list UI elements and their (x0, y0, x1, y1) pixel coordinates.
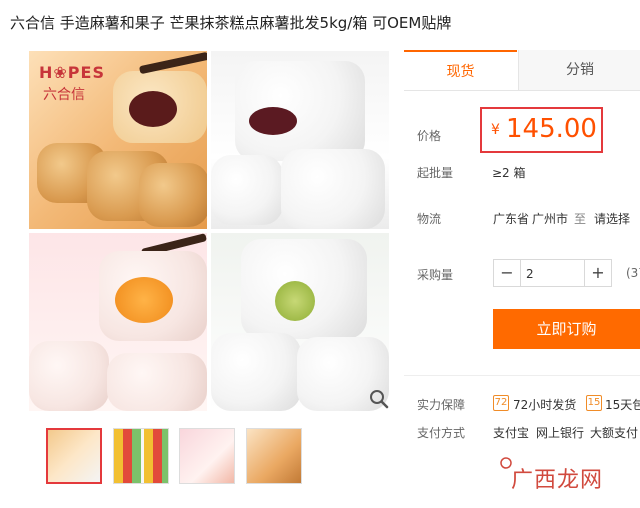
brand-logo-sub: 六合信 (43, 87, 85, 103)
magnifier-icon[interactable] (368, 388, 390, 410)
currency-symbol: ¥ (491, 122, 500, 138)
guarantee-label: 实力保障 (417, 398, 466, 412)
divider (404, 375, 640, 376)
price-highlight-box: ¥ 145.00 (480, 107, 603, 153)
brand-logo: H❀PES (39, 63, 105, 82)
gallery-image-toasted-mochi: H❀PES 六合信 (29, 51, 207, 229)
payment-label: 支付方式 (417, 426, 466, 440)
quantity-label: 采购量 (417, 268, 454, 282)
mochi-piece (29, 341, 109, 411)
quantity-minus-button[interactable]: − (493, 259, 521, 287)
thumbnail-3[interactable] (179, 428, 235, 484)
logistics-label: 物流 (417, 212, 442, 226)
mochi-piece (281, 149, 385, 229)
quantity-plus-button[interactable]: + (584, 259, 612, 287)
mochi-piece (211, 333, 301, 411)
logistics-to: 至 (574, 212, 587, 226)
matcha-filling (275, 281, 315, 321)
payment-method-1: 支付宝 (493, 426, 530, 440)
mango-filling (115, 277, 173, 323)
mochi-piece (211, 155, 283, 225)
logistics-city[interactable]: 广州市 (532, 210, 568, 227)
thumbnail-2[interactable] (113, 428, 169, 484)
order-now-button[interactable]: 立即订购 (493, 309, 640, 349)
gallery-image-mango-mochi (29, 233, 207, 411)
mochi-piece (107, 353, 207, 411)
purchase-tabs: 现货 分销 (404, 50, 640, 91)
15-day-icon: 15 (586, 395, 602, 411)
tab-in-stock[interactable]: 现货 (404, 50, 517, 90)
tab-distribution[interactable]: 分销 (518, 50, 640, 90)
payment-method-2: 网上银行 (536, 426, 585, 440)
mochi-piece (139, 163, 207, 227)
watermark-text: 广西龙网 (511, 468, 604, 493)
gallery-image-matcha-mochi (211, 233, 389, 411)
price-value: 145.00 (506, 114, 597, 144)
gallery-image-coconut-mochi (211, 51, 389, 229)
moq-value: ≥2 箱 (492, 166, 526, 180)
red-bean-filling (129, 91, 177, 127)
red-bean-filling (249, 107, 297, 135)
price-label: 价格 (417, 129, 442, 143)
moq-label: 起批量 (417, 166, 454, 180)
payment-method-3: 大额支付 (590, 426, 639, 440)
quantity-input[interactable]: 2 (520, 259, 584, 287)
guarantee-item-1: 72小时发货 (513, 398, 577, 412)
product-title: 六合信 手造麻薯和果子 芒果抹茶糕点麻薯批发5kg/箱 可OEM贴牌 (10, 14, 452, 32)
guarantee-item-2: 15天包 (605, 398, 640, 412)
72h-shipping-icon: 72 (493, 395, 509, 411)
logistics-destination[interactable]: 请选择 (594, 210, 630, 227)
logistics-province[interactable]: 广东省 (493, 210, 529, 227)
thumbnail-1[interactable] (46, 428, 102, 484)
stock-count: (37 (626, 266, 640, 280)
thumbnail-4[interactable] (246, 428, 302, 484)
product-gallery[interactable]: H❀PES 六合信 (29, 51, 389, 411)
